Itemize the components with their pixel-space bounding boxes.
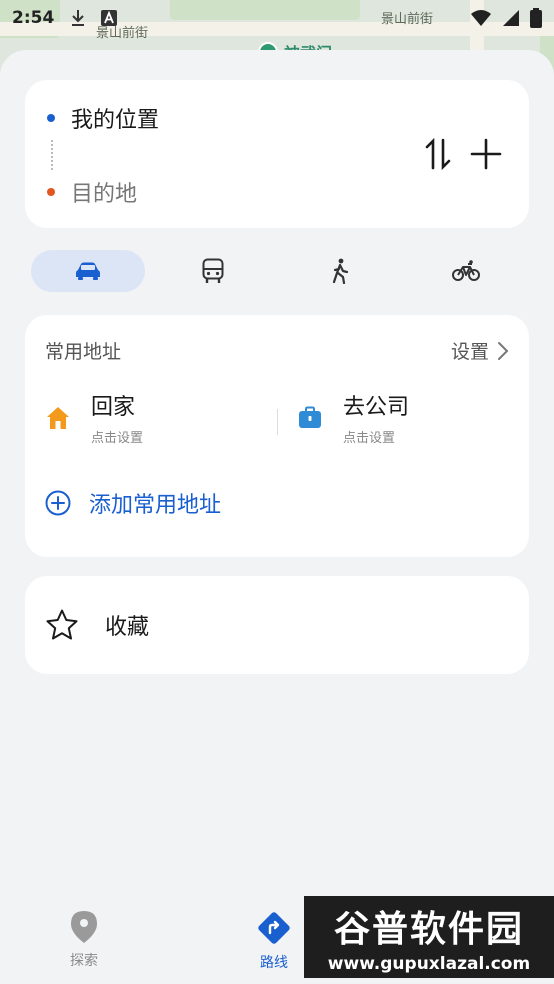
status-time: 2:54: [12, 8, 55, 28]
nav-route[interactable]: 路线: [256, 910, 292, 972]
work-name: 去公司: [343, 395, 410, 420]
mode-tab-bike[interactable]: [409, 250, 523, 292]
common-addresses-card: 常用地址 设置 回家 点击设置 去公司 点击设置 添加常用地址: [25, 315, 529, 557]
car-icon: [76, 262, 100, 280]
bike-icon: [452, 260, 480, 281]
watermark: 谷普软件园 www.gupuxlazal.com: [304, 896, 554, 978]
plus-icon: [470, 138, 502, 170]
bus-icon: [202, 258, 224, 283]
origin-dot-icon: [47, 114, 55, 122]
nav-route-label: 路线: [260, 955, 288, 971]
favorites-label: 收藏: [105, 615, 150, 640]
address-divider: [277, 409, 278, 435]
common-addresses-title: 常用地址: [45, 341, 122, 363]
origin-label: 我的位置: [71, 108, 160, 133]
destination-dot-icon: [47, 188, 55, 196]
swap-button[interactable]: [421, 132, 455, 176]
home-subtext: 点击设置: [91, 431, 144, 446]
home-address-item[interactable]: 回家 点击设置: [45, 389, 143, 446]
add-waypoint-button[interactable]: [469, 132, 503, 176]
download-icon: [72, 10, 85, 26]
home-name: 回家: [91, 395, 136, 420]
route-directions-icon: [258, 912, 290, 944]
destination-label: 目的地: [71, 182, 138, 207]
location-pin-icon: [71, 911, 97, 943]
wifi-icon: [471, 10, 491, 26]
mode-tab-bus[interactable]: [156, 250, 270, 292]
origin-field[interactable]: 我的位置: [47, 102, 159, 134]
route-input-card: 我的位置 目的地: [25, 80, 529, 228]
status-bar: 2:54: [0, 0, 554, 36]
settings-label: 设置: [450, 341, 489, 363]
work-address-item[interactable]: 去公司 点击设置: [297, 389, 409, 446]
briefcase-icon: [299, 406, 321, 428]
nav-explore-label: 探索: [70, 953, 98, 969]
walk-icon: [332, 258, 349, 284]
add-address-button[interactable]: 添加常用地址: [45, 487, 221, 519]
add-address-label: 添加常用地址: [89, 493, 222, 518]
star-icon: [46, 609, 78, 640]
mode-tab-car[interactable]: [31, 250, 145, 292]
battery-icon: [530, 8, 542, 28]
chevron-right-icon: [498, 341, 509, 360]
favorites-card[interactable]: 收藏: [25, 576, 529, 674]
route-connector: [51, 140, 53, 170]
addresses-settings-button[interactable]: 设置: [451, 337, 509, 364]
home-icon: [47, 407, 69, 429]
route-sheet: 我的位置 目的地 常用地址 设置 回家 点击设置 去公司 点击设置 添加常用地址…: [0, 50, 554, 984]
font-a-icon: [101, 10, 118, 26]
signal-icon: [503, 10, 519, 26]
destination-field[interactable]: 目的地: [47, 176, 137, 208]
work-subtext: 点击设置: [343, 431, 396, 446]
mode-tab-walk[interactable]: [283, 250, 397, 292]
watermark-url: www.gupuxlazal.com: [327, 954, 531, 974]
swap-icon: [425, 138, 451, 170]
add-circle-icon: [45, 490, 71, 516]
watermark-title: 谷普软件园: [333, 909, 524, 950]
nav-explore[interactable]: 探索: [70, 910, 98, 970]
